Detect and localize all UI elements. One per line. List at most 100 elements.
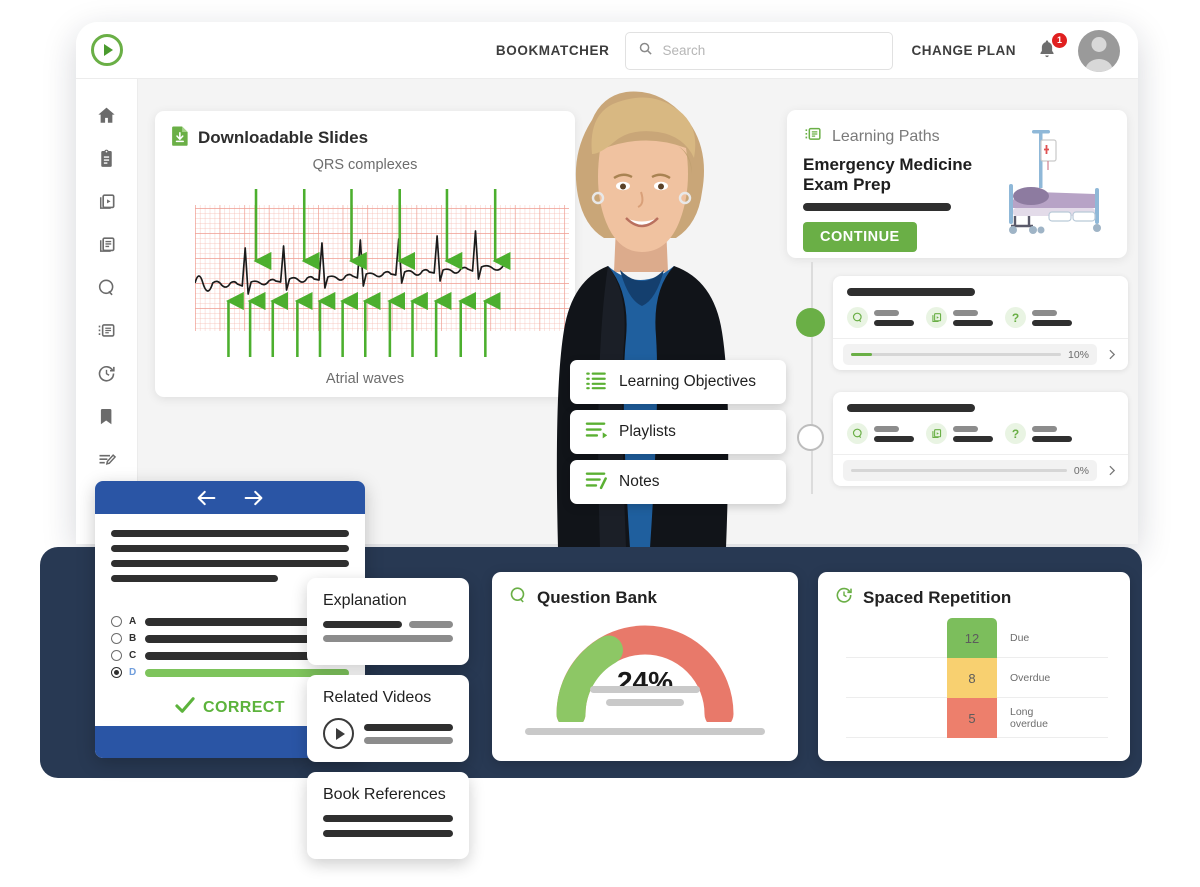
chevron-right-icon[interactable] [1105, 464, 1118, 477]
course-metrics: ? [847, 307, 1114, 328]
chevron-right-icon[interactable] [1105, 348, 1118, 361]
course-card-body: ? [833, 276, 1128, 328]
chart-row: 5 Long overdue [834, 698, 1114, 738]
arrow-left-icon[interactable] [196, 489, 217, 507]
course-card[interactable]: ? 10% [833, 276, 1128, 370]
related-videos-title: Related Videos [323, 689, 432, 706]
sidebar-item-documents[interactable] [96, 234, 118, 256]
bar-segment-due: 12 [947, 618, 997, 658]
question-line [111, 575, 278, 582]
content-placeholder [323, 830, 453, 837]
book-references-card[interactable]: Book References [307, 772, 469, 859]
sidebar-item-video-library[interactable] [96, 191, 118, 213]
course-card[interactable]: ? 0% [833, 392, 1128, 486]
menu-item-learning-objectives[interactable]: Learning Objectives [570, 360, 786, 404]
play-icon[interactable] [323, 718, 354, 749]
chart-row: 8 Overdue [834, 658, 1114, 698]
search-input[interactable] [662, 43, 881, 58]
course-metric-questions [847, 423, 914, 444]
learning-path-placeholder-bar [803, 202, 951, 211]
sidebar-item-notes[interactable] [96, 449, 118, 471]
radio-button-selected[interactable] [111, 667, 122, 678]
bar-label: Due [1010, 631, 1030, 644]
result-label: CORRECT [203, 698, 285, 716]
bar-label: Long overdue [1010, 705, 1048, 730]
content-placeholder [364, 736, 453, 744]
progress-track [851, 469, 1067, 472]
menu-item-notes[interactable]: Notes [570, 460, 786, 504]
sidebar-item-spaced-repetition[interactable] [96, 363, 118, 385]
sidebar-item-learning-paths[interactable] [96, 320, 118, 342]
option-letter: B [129, 633, 137, 644]
notifications-button[interactable]: 1 [1036, 32, 1067, 64]
question-line [111, 560, 349, 567]
explanation-card[interactable]: Explanation [307, 578, 469, 665]
content-placeholder [525, 728, 765, 735]
list-icon [585, 370, 607, 395]
hospital-bed-icon [989, 126, 1113, 242]
bar-value: 12 [964, 630, 980, 646]
radio-button[interactable] [111, 633, 122, 644]
brand-label: BOOKMATCHER [495, 43, 610, 58]
content-placeholder [408, 621, 453, 628]
menu-label: Notes [619, 473, 660, 490]
bar-segment-long-overdue: 5 [947, 698, 997, 738]
course-metrics: ? [847, 423, 1114, 444]
related-videos-card[interactable]: Related Videos [307, 675, 469, 762]
learning-paths-label: Learning Paths [832, 127, 940, 145]
content-placeholder [323, 815, 453, 822]
book-references-title: Book References [323, 786, 446, 803]
question-line [111, 530, 349, 537]
spaced-repetition-header: Spaced Repetition [834, 585, 1114, 610]
continue-button[interactable]: CONTINUE [803, 221, 917, 252]
bar-value: 5 [968, 710, 976, 726]
spaced-repetition-card: Spaced Repetition 12 Due 8 Overdue 5 Lon… [818, 572, 1130, 761]
arrow-right-icon[interactable] [243, 489, 264, 507]
quiz-navigation-bar [95, 481, 365, 514]
question-bank-icon [508, 585, 528, 610]
play-logo-icon [91, 34, 123, 66]
radio-button[interactable] [111, 650, 122, 661]
playlist-icon [585, 420, 608, 445]
bar-value: 8 [968, 670, 976, 686]
change-plan-button[interactable]: CHANGE PLAN [911, 43, 1016, 58]
menu-label: Learning Objectives [619, 373, 756, 390]
floating-menu: Learning Objectives Playlists Notes [570, 360, 786, 510]
course-metric-questions [847, 307, 914, 328]
course-metric-videos [926, 307, 993, 328]
content-placeholder [323, 621, 402, 628]
course-progress-row: 0% [833, 454, 1128, 486]
gauge-caption-placeholder [545, 686, 745, 712]
course-title-placeholder [847, 288, 975, 296]
question-mark-icon: ? [1005, 423, 1026, 444]
app-logo[interactable] [76, 34, 138, 66]
question-mark-icon: ? [1005, 307, 1026, 328]
bell-icon [1036, 39, 1058, 64]
question-bank-icon [847, 307, 868, 328]
explanation-title: Explanation [323, 592, 407, 609]
progress-percent: 10% [1067, 348, 1089, 361]
sidebar-item-home[interactable] [96, 105, 118, 127]
question-bank-icon [847, 423, 868, 444]
timeline-dot-active [796, 308, 825, 337]
chart-row: 12 Due [834, 618, 1114, 658]
video-library-icon [926, 307, 947, 328]
sidebar-item-question-bank[interactable] [96, 277, 118, 299]
slides-card-title: Downloadable Slides [198, 128, 369, 147]
progress-track [851, 353, 1061, 356]
bar-label: Overdue [1010, 671, 1051, 684]
menu-item-playlists[interactable]: Playlists [570, 410, 786, 454]
screenshot-root: BOOKMATCHER CHANGE PLAN [0, 0, 1200, 887]
progress-percent: 0% [1073, 464, 1089, 477]
learning-paths-icon [803, 124, 823, 149]
sidebar-item-clipboard[interactable] [96, 148, 118, 170]
course-timeline [811, 262, 813, 494]
sidebar-item-bookmark[interactable] [96, 406, 118, 428]
radio-button[interactable] [111, 616, 122, 627]
question-bank-title: Question Bank [537, 587, 657, 607]
course-metric-videos [926, 423, 993, 444]
avatar[interactable] [1078, 29, 1120, 72]
question-bank-card: Question Bank 24% [492, 572, 798, 761]
course-card-body: ? [833, 392, 1128, 444]
course-title-placeholder [847, 404, 975, 412]
